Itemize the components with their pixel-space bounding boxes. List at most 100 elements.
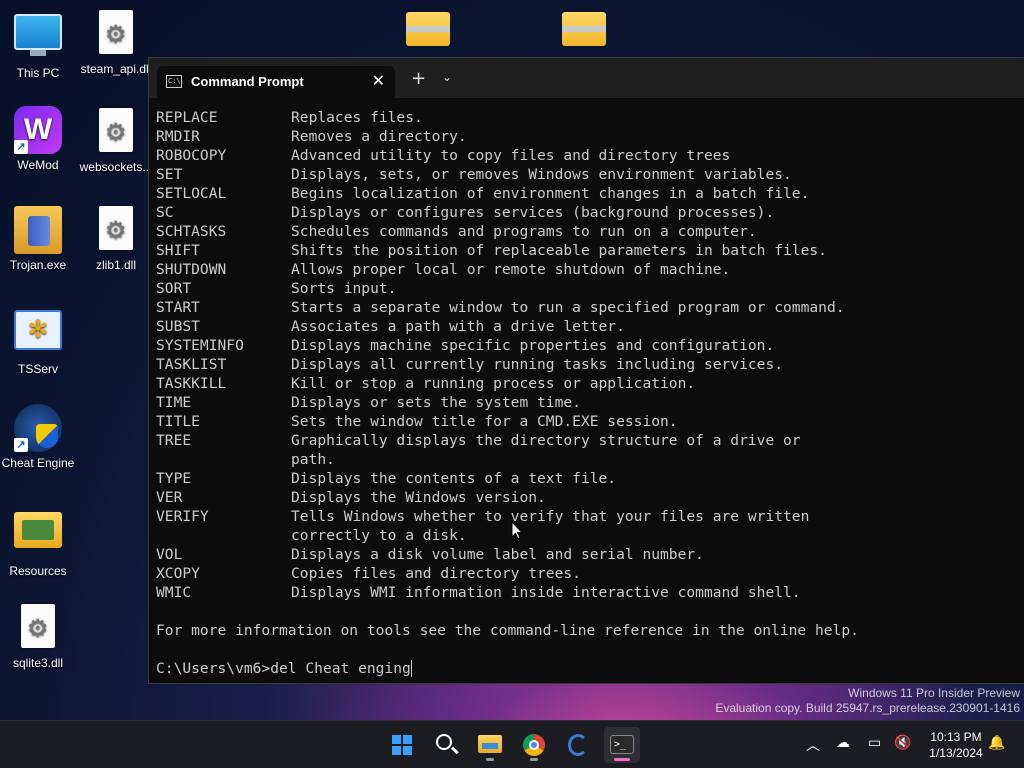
command-row: VER Displays the Windows version.	[156, 488, 1024, 507]
command-row: SHIFT Shifts the position of replaceable …	[156, 241, 1024, 260]
command-row: path.	[156, 450, 1024, 469]
command-row: SUBST Associates a path with a drive lett…	[156, 317, 1024, 336]
desktop-icon-resources[interactable]: Resources	[0, 504, 76, 578]
clock[interactable]: 10:13 PM 1/13/2024	[920, 729, 992, 761]
dll-file-icon	[14, 604, 62, 652]
dll-file-icon	[92, 108, 140, 156]
command-description: Begins localization of environment chang…	[291, 185, 810, 202]
taskbar-cheat-engine[interactable]	[560, 727, 596, 763]
command-row: SETLOCAL Begins localization of environme…	[156, 184, 1024, 203]
watermark-build: Evaluation copy. Build 25947.rs_prerelea…	[715, 701, 1020, 715]
command-name: WMIC	[156, 584, 192, 601]
command-name: VER	[156, 489, 183, 506]
command-row: START Starts a separate window to run a s…	[156, 298, 1024, 317]
clock-time: 10:13 PM	[930, 730, 982, 744]
desktop-icon-steam-api[interactable]: steam_api.dll	[78, 10, 154, 76]
wemod-icon: W ↗	[14, 106, 62, 154]
command-description: Advanced utility to copy files and direc…	[291, 147, 731, 164]
command-description: Displays the contents of a text file.	[291, 470, 617, 487]
close-icon[interactable]: ✕	[372, 71, 385, 90]
search-button[interactable]	[428, 727, 464, 763]
taskbar: >_ ︿ ☁ ▭ 🔇 10:13 PM 1/13/2024 🔔	[0, 720, 1024, 768]
command-list: REPLACE Replaces files. RMDIR Removes a dir…	[156, 108, 1024, 602]
command-description: Removes a directory.	[291, 128, 467, 145]
console-output[interactable]: REPLACE Replaces files. RMDIR Removes a dir…	[149, 98, 1024, 683]
command-name: SUBST	[156, 318, 200, 335]
taskbar-file-explorer[interactable]	[472, 727, 508, 763]
command-name: SET	[156, 166, 183, 183]
command-description: Tells Windows whether to verify that you…	[291, 508, 810, 525]
command-description: Shifts the position of replaceable param…	[291, 242, 827, 259]
cheat-engine-icon	[568, 734, 588, 756]
desktop-icon-tsserv[interactable]: ✻ TSServ	[0, 306, 76, 376]
watermark-edition: Windows 11 Pro Insider Preview	[848, 686, 1020, 700]
network-icon[interactable]: ▭	[868, 735, 881, 751]
command-description: correctly to a disk.	[291, 527, 467, 544]
new-tab-button[interactable]: +	[411, 68, 426, 89]
onedrive-cloud-icon[interactable]: ☁	[836, 735, 850, 751]
prompt-text: C:\Users\vm6>	[156, 660, 271, 677]
command-description: Displays or sets the system time.	[291, 394, 581, 411]
desktop-icon-label: websockets...	[79, 160, 153, 174]
taskbar-terminal[interactable]: >_	[604, 727, 640, 763]
desktop-icon-websockets[interactable]: websockets...	[78, 108, 154, 174]
command-line[interactable]: C:\Users\vm6>del Cheat enging	[156, 659, 1024, 678]
tab-command-prompt[interactable]: C:\ Command Prompt ✕	[157, 66, 395, 98]
desktop-icon-zlib1[interactable]: zlib1.dll	[78, 206, 154, 272]
command-description: Associates a path with a drive letter.	[291, 318, 625, 335]
command-description: Displays machine specific properties and…	[291, 337, 775, 354]
command-description: Displays WMI information inside interact…	[291, 584, 801, 601]
command-name	[156, 526, 291, 545]
command-row: SCHTASKS Schedules commands and programs …	[156, 222, 1024, 241]
dll-file-icon	[92, 10, 140, 58]
command-row: VERIFY Tells Windows whether to verify th…	[156, 507, 1024, 526]
command-description: Graphically displays the directory struc…	[291, 432, 801, 449]
desktop-icon-label: This PC	[16, 66, 60, 80]
desktop-icon-sqlite3[interactable]: sqlite3.dll	[0, 604, 76, 670]
command-input[interactable]: del Cheat enging	[270, 660, 411, 677]
desktop-icon-cheat-engine[interactable]: ↗ Cheat Engine	[0, 404, 76, 470]
command-name: REPLACE	[156, 109, 218, 126]
text-caret	[410, 660, 412, 677]
command-row: XCOPY Copies files and directory trees.	[156, 564, 1024, 583]
trojan-exe-icon	[14, 206, 62, 254]
command-row: ROBOCOPY Advanced utility to copy files a…	[156, 146, 1024, 165]
command-row: correctly to a disk.	[156, 526, 1024, 545]
zip-folder-icon	[560, 12, 608, 60]
desktop-icon-trojan[interactable]: Trojan.exe	[0, 206, 76, 272]
command-description: Sorts input.	[291, 280, 397, 297]
command-row: TYPE Displays the contents of a text file…	[156, 469, 1024, 488]
command-description: Sets the window title for a CMD.EXE sess…	[291, 413, 678, 430]
chevron-down-icon[interactable]: ⌄	[442, 70, 452, 84]
notification-bell-icon[interactable]: 🔔	[988, 735, 1005, 751]
desktop-icon-label: WeMod	[17, 158, 59, 172]
command-description: Allows proper local or remote shutdown o…	[291, 261, 731, 278]
command-row: SET Displays, sets, or removes Windows en…	[156, 165, 1024, 184]
volume-muted-icon[interactable]: 🔇	[894, 735, 911, 751]
active-indicator	[614, 758, 630, 761]
windows-watermark: Windows 11 Pro Insider Preview Evaluatio…	[715, 686, 1020, 716]
tab-title: Command Prompt	[191, 74, 304, 89]
desktop-icon-label: Trojan.exe	[9, 258, 67, 272]
chevron-up-icon[interactable]: ︿	[806, 735, 820, 755]
command-description: Kill or stop a running process or applic…	[291, 375, 696, 392]
zip-folder-icon	[404, 12, 452, 60]
command-name: TASKLIST	[156, 356, 227, 373]
running-indicator	[530, 758, 538, 761]
desktop-icon-wemod[interactable]: W ↗ WeMod	[0, 106, 76, 172]
desktop-icon-label: TSServ	[17, 362, 58, 376]
command-row: SHUTDOWN Allows proper local or remote sh…	[156, 260, 1024, 279]
desktop-icon-label: zlib1.dll	[95, 258, 137, 272]
desktop-icon-this-pc[interactable]: This PC	[0, 10, 76, 80]
tab-bar[interactable]: C:\ Command Prompt ✕ + ⌄	[149, 58, 1024, 98]
taskbar-chrome[interactable]	[516, 727, 552, 763]
command-description: Schedules commands and programs to run o…	[291, 223, 757, 240]
command-name: SETLOCAL	[156, 185, 227, 202]
command-row: SC Displays or configures services (backg…	[156, 203, 1024, 222]
command-prompt-window[interactable]: C:\ Command Prompt ✕ + ⌄ REPLACE Replaces…	[148, 57, 1024, 684]
command-name: TITLE	[156, 413, 200, 430]
command-name: SCHTASKS	[156, 223, 227, 240]
start-button[interactable]	[384, 727, 420, 763]
command-description: Replaces files.	[291, 109, 423, 126]
chrome-icon	[523, 734, 545, 756]
